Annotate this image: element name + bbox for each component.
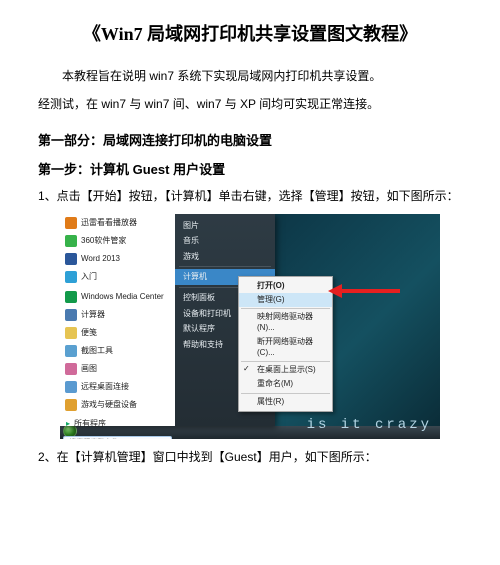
start-menu-pinned-item[interactable]: 计算器 [60, 306, 175, 324]
app-icon [65, 381, 77, 393]
context-menu-item[interactable]: 断开网络驱动器(C)... [239, 335, 332, 360]
app-icon [65, 291, 77, 303]
step-1-heading: 第一步：计算机 Guest 用户设置 [38, 159, 462, 178]
all-programs-button[interactable]: 所有程序 [60, 414, 175, 433]
start-menu-pinned-item[interactable]: 游戏与硬盘设备 [60, 396, 175, 414]
start-menu-pinned-item[interactable]: 入门 [60, 268, 175, 286]
section-1-heading: 第一部分：局域网连接打印机的电脑设置 [38, 130, 462, 149]
app-icon [65, 327, 77, 339]
annotation-arrow [330, 286, 400, 296]
app-label: 计算器 [81, 311, 105, 319]
context-menu-item[interactable]: 重命名(M) [239, 377, 332, 391]
app-label: Word 2013 [81, 255, 120, 263]
app-icon [65, 309, 77, 321]
start-menu-pinned-item[interactable]: 远程桌面连接 [60, 378, 175, 396]
start-menu-right-item[interactable]: 游戏 [175, 249, 275, 265]
desktop-watermark: is it crazy [307, 417, 432, 433]
start-menu-pinned-item[interactable]: 迅雷看看播放器 [60, 214, 175, 232]
start-menu-pinned-item[interactable]: 截图工具 [60, 342, 175, 360]
app-label: 远程桌面连接 [81, 383, 129, 391]
intro-paragraph-2: 经测试，在 win7 与 win7 间、win7 与 XP 间均可实现正常连接。 [38, 92, 462, 116]
screenshot-step-1: 迅雷看看播放器 360软件管家 Word 2013 入门 Windows Media C… [60, 214, 440, 439]
app-icon [65, 235, 77, 247]
context-menu-item[interactable]: 属性(R) [239, 395, 332, 409]
app-label: Windows Media Center [81, 293, 164, 301]
start-menu-pinned-item[interactable]: 便笺 [60, 324, 175, 342]
app-icon [65, 345, 77, 357]
app-icon [65, 253, 77, 265]
start-menu-pinned-item[interactable]: 360软件管家 [60, 232, 175, 250]
app-label: 便笺 [81, 329, 97, 337]
context-menu: 打开(O)管理(G) 映射网络驱动器(N)...断开网络驱动器(C)... ✓在桌面… [238, 276, 333, 413]
start-menu-right-item[interactable]: 图片 [175, 218, 275, 234]
app-label: 截图工具 [81, 347, 113, 355]
step-1-text: 1、点击【开始】按钮，【计算机】单击右键，选择【管理】按钮，如下图所示： [38, 186, 462, 208]
start-menu-pinned-item[interactable]: Word 2013 [60, 250, 175, 268]
context-menu-item[interactable]: 映射网络驱动器(N)... [239, 310, 332, 335]
context-menu-item[interactable]: ✓在桌面上显示(S) [239, 363, 332, 377]
app-label: 入门 [81, 273, 97, 281]
start-menu-right-item[interactable]: 音乐 [175, 233, 275, 249]
app-label: 画图 [81, 365, 97, 373]
app-icon [65, 217, 77, 229]
start-menu-pinned-item[interactable]: 画图 [60, 360, 175, 378]
context-menu-item[interactable]: 打开(O) [239, 279, 332, 293]
app-label: 360软件管家 [81, 237, 126, 245]
context-menu-manage-item[interactable]: 管理(G) [239, 293, 332, 307]
start-menu-pinned-item[interactable]: Windows Media Center [60, 288, 175, 306]
app-label: 迅雷看看播放器 [81, 219, 137, 227]
app-label: 游戏与硬盘设备 [81, 401, 137, 409]
app-icon [65, 363, 77, 375]
start-menu-left: 迅雷看看播放器 360软件管家 Word 2013 入门 Windows Media C… [60, 214, 175, 426]
page-title: 《Win7 局域网打印机共享设置图文教程》 [38, 20, 462, 46]
app-icon [65, 271, 77, 283]
step-2-text: 2、在【计算机管理】窗口中找到【Guest】用户，如下图所示： [38, 447, 462, 469]
app-icon [65, 399, 77, 411]
intro-paragraph-1: 本教程旨在说明 win7 系统下实现局域网内打印机共享设置。 [38, 64, 462, 88]
search-input[interactable]: 搜索程序和文件 [63, 436, 172, 439]
